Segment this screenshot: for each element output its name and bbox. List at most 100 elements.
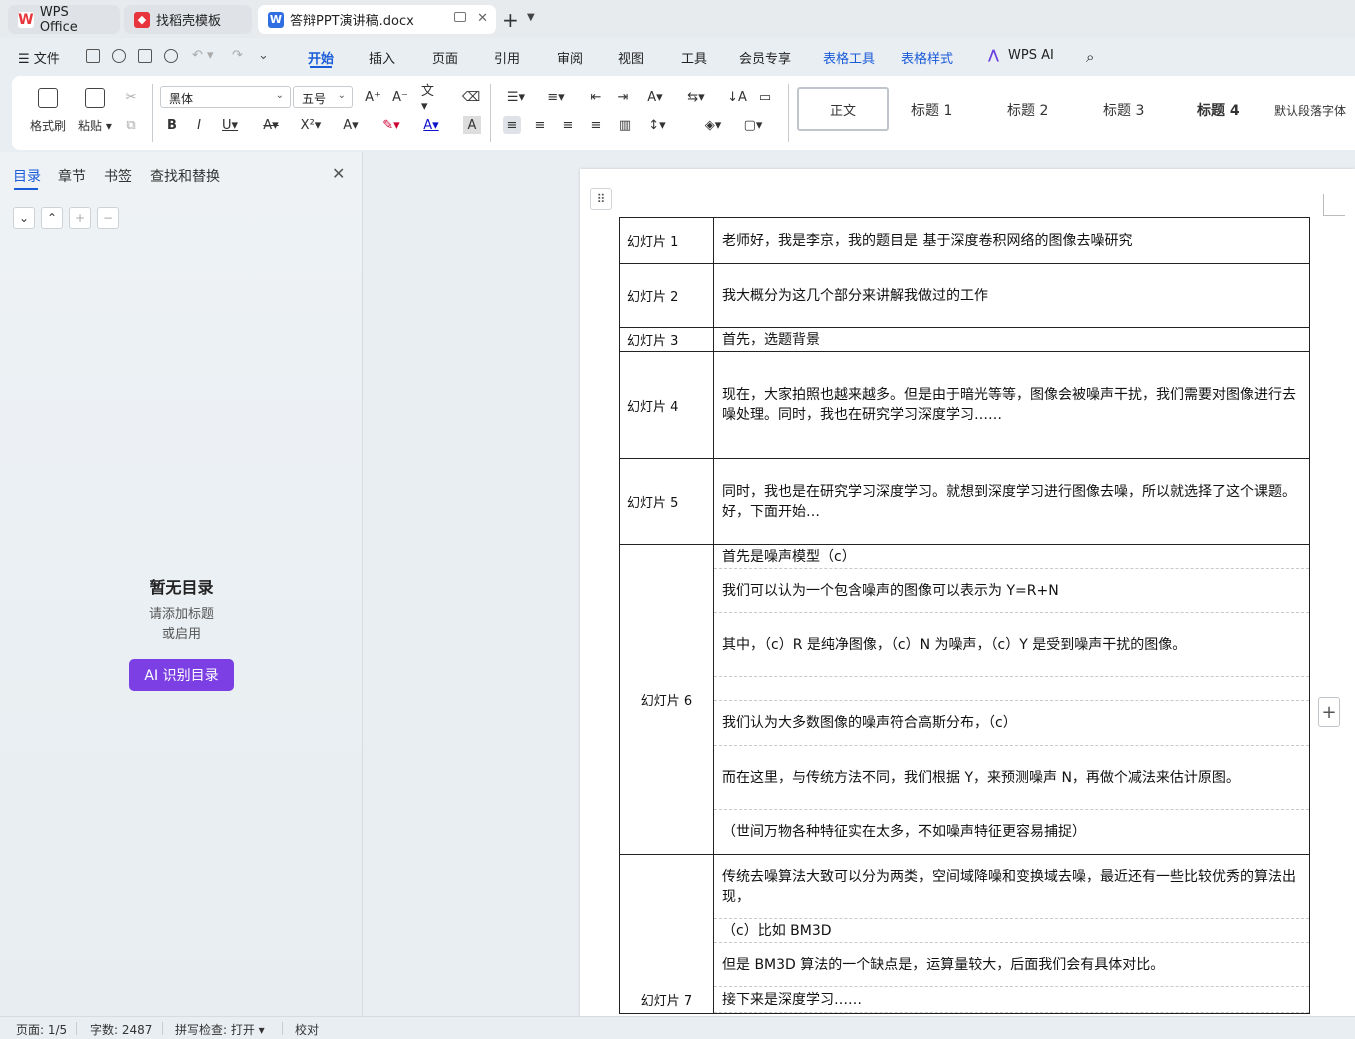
menu-reference[interactable]: 引用 xyxy=(494,48,520,67)
speech-text[interactable]: 首先，选题背景 xyxy=(713,327,1310,352)
tab-toc[interactable]: 目录 xyxy=(13,166,41,186)
menu-tools[interactable]: 工具 xyxy=(681,48,707,67)
numbered-list-icon[interactable]: ≡▾ xyxy=(547,88,565,106)
style-heading-1[interactable]: 标题 1 xyxy=(911,100,952,120)
text-direction-icon[interactable]: A▾ xyxy=(646,88,664,106)
menu-start[interactable]: 开始 xyxy=(308,48,334,67)
borders-icon[interactable]: ▢▾ xyxy=(744,116,763,134)
phonetic-icon[interactable]: 文▾ xyxy=(421,84,439,114)
close-tab-icon[interactable]: ✕ xyxy=(477,11,488,26)
collapse-up-icon[interactable]: ⌃ xyxy=(41,207,63,229)
proofread-button[interactable]: 校对 xyxy=(295,1021,319,1038)
expand-down-icon[interactable]: ⌄ xyxy=(13,207,35,229)
increase-indent-icon[interactable]: ⇥ xyxy=(614,88,632,106)
cut-icon[interactable]: ✂ xyxy=(122,88,140,106)
style-heading-2[interactable]: 标题 2 xyxy=(1007,100,1048,120)
align-center-icon[interactable]: ≡ xyxy=(531,116,549,134)
sort-icon[interactable]: ↓A xyxy=(727,88,747,106)
menu-page[interactable]: 页面 xyxy=(432,48,458,67)
copy-icon[interactable]: ⧉ xyxy=(122,116,140,134)
distribute-icon[interactable]: ▥ xyxy=(616,116,634,134)
new-tab-plus-icon[interactable]: + xyxy=(502,8,519,32)
italic-icon[interactable]: I xyxy=(190,116,208,134)
table-move-handle-icon[interactable]: ⠿ xyxy=(590,188,612,210)
speech-line[interactable]: （c）比如 BM3D xyxy=(714,919,1309,943)
remove-level-icon[interactable]: − xyxy=(97,207,119,229)
menu-wps-ai[interactable]: WPS AI xyxy=(1008,48,1054,63)
word-count[interactable]: 字数: 2487 xyxy=(90,1021,152,1038)
show-marks-icon[interactable]: ▭ xyxy=(756,88,774,106)
menu-file[interactable]: ☰ 文件 xyxy=(18,48,60,67)
shrink-font-icon[interactable]: A⁻ xyxy=(391,88,409,106)
speech-line[interactable]: 首先是噪声模型（c） xyxy=(714,545,1309,569)
font-color-icon[interactable]: A▾ xyxy=(422,116,440,134)
menu-view[interactable]: 视图 xyxy=(618,48,644,67)
style-heading-4[interactable]: 标题 4 xyxy=(1197,100,1240,120)
align-left-icon[interactable]: ≡ xyxy=(503,116,521,134)
print-preview-icon[interactable] xyxy=(164,49,178,63)
font-name-select[interactable]: 黑体 ⌄ xyxy=(160,86,291,108)
speech-line[interactable]: （世间万物各种特征实在太多，不如噪声特征更容易捕捉） xyxy=(714,810,1309,854)
grow-font-icon[interactable]: A⁺ xyxy=(364,88,382,106)
spell-check-toggle[interactable]: 拼写检查: 打开 ▾ xyxy=(175,1021,265,1038)
tab-chapters[interactable]: 章节 xyxy=(58,166,86,186)
tab-bookmarks[interactable]: 书签 xyxy=(104,166,132,186)
tab-docer-templates[interactable]: ◆ 找稻壳模板 xyxy=(124,5,252,34)
line-spacing-icon[interactable]: ↕▾ xyxy=(648,116,666,134)
paste-button[interactable]: 粘贴 ▾ xyxy=(78,117,112,134)
more-chevron-icon[interactable]: ⌄ xyxy=(258,48,269,63)
speech-line[interactable]: 其中，（c）R 是纯净图像，（c）N 为噪声，（c）Y 是受到噪声干扰的图像。 xyxy=(714,613,1309,677)
underline-icon[interactable]: U▾ xyxy=(221,116,239,134)
font-size-select[interactable]: 五号 ⌄ xyxy=(293,86,353,108)
tab-wps-office[interactable]: W WPS Office xyxy=(8,5,120,35)
add-column-plus-icon[interactable]: + xyxy=(1318,697,1340,727)
speech-text[interactable]: 我大概分为这几个部分来讲解我做过的工作 xyxy=(713,263,1310,328)
add-level-icon[interactable]: + xyxy=(69,207,91,229)
ai-recognize-toc-button[interactable]: AI 识别目录 xyxy=(129,659,234,691)
menu-insert[interactable]: 插入 xyxy=(369,48,395,67)
style-normal[interactable]: 正文 xyxy=(797,87,889,131)
speech-text[interactable]: 现在，大家拍照也越来越多。但是由于暗光等等，图像会被噪声干扰，我们需要对图像进行… xyxy=(713,351,1310,459)
speech-line[interactable]: 传统去噪算法大致可以分为两类，空间域降噪和变换域去噪，最近还有一些比较优秀的算法… xyxy=(714,855,1309,919)
style-heading-3[interactable]: 标题 3 xyxy=(1103,100,1144,120)
page-indicator[interactable]: 页面: 1/5 xyxy=(16,1021,67,1038)
print-icon[interactable] xyxy=(138,49,152,63)
speech-line[interactable]: 但是 BM3D 算法的一个缺点是，运算量较大，后面我们会有具体对比。 xyxy=(714,943,1309,987)
bullet-list-icon[interactable]: ☰▾ xyxy=(507,88,525,106)
chevron-down-icon[interactable]: ▼ xyxy=(527,12,535,23)
text-effect-icon[interactable]: A▾ xyxy=(342,116,360,134)
redo-icon[interactable]: ↷ xyxy=(232,48,243,63)
decrease-indent-icon[interactable]: ⇤ xyxy=(587,88,605,106)
shading-icon[interactable]: ◈▾ xyxy=(704,116,722,134)
close-panel-icon[interactable]: ✕ xyxy=(332,164,345,183)
menu-table-tools[interactable]: 表格工具 xyxy=(823,48,875,67)
menu-review[interactable]: 审阅 xyxy=(557,48,583,67)
bold-icon[interactable]: B xyxy=(163,116,181,134)
justify-icon[interactable]: ≡ xyxy=(587,116,605,134)
tab-find-replace[interactable]: 查找和替换 xyxy=(150,166,220,186)
menu-table-style[interactable]: 表格样式 xyxy=(901,48,953,67)
undo-icon[interactable]: ↶ ▾ xyxy=(192,48,214,63)
speech-line[interactable]: 我们可以认为一个包含噪声的图像可以表示为 Y=R+N xyxy=(714,569,1309,613)
speech-line[interactable]: 而在这里，与传统方法不同，我们根据 Y，来预测噪声 N，再做个减法来估计原图。 xyxy=(714,746,1309,810)
document-page[interactable]: ⠿ 幻灯片 1 老师好，我是李京，我的题目是 基于深度卷积网络的图像去噪研究 幻… xyxy=(580,169,1355,1016)
format-icon[interactable] xyxy=(112,49,126,63)
speech-line[interactable]: 我们认为大多数图像的噪声符合高斯分布，（c） xyxy=(714,701,1309,746)
highlight-icon[interactable]: ✎▾ xyxy=(382,116,400,134)
format-painter-button[interactable]: 格式刷 xyxy=(30,117,66,134)
char-shading-icon[interactable]: A xyxy=(463,116,481,134)
strikethrough-icon[interactable]: A▾ xyxy=(262,116,280,134)
tab-current-document[interactable]: W 答辩PPT演讲稿.docx ✕ xyxy=(258,5,496,34)
speech-text[interactable]: 同时，我也是在研究学习深度学习。就想到深度学习进行图像去噪，所以就选择了这个课题… xyxy=(713,458,1310,545)
search-icon[interactable]: ⌕ xyxy=(1086,48,1094,66)
save-icon[interactable] xyxy=(86,49,100,63)
line-break-icon[interactable]: ⇆▾ xyxy=(687,88,705,106)
clear-format-icon[interactable]: ⌫ xyxy=(462,88,480,106)
style-default-paragraph-font[interactable]: 默认段落字体 xyxy=(1274,102,1346,119)
speech-line[interactable]: 接下来是深度学习…… xyxy=(714,987,1309,1013)
align-right-icon[interactable]: ≡ xyxy=(559,116,577,134)
superscript-icon[interactable]: X²▾ xyxy=(301,116,322,134)
speech-text[interactable]: 老师好，我是李京，我的题目是 基于深度卷积网络的图像去噪研究 xyxy=(713,217,1310,264)
monitor-icon[interactable] xyxy=(454,12,466,22)
speech-line[interactable] xyxy=(714,677,1309,701)
